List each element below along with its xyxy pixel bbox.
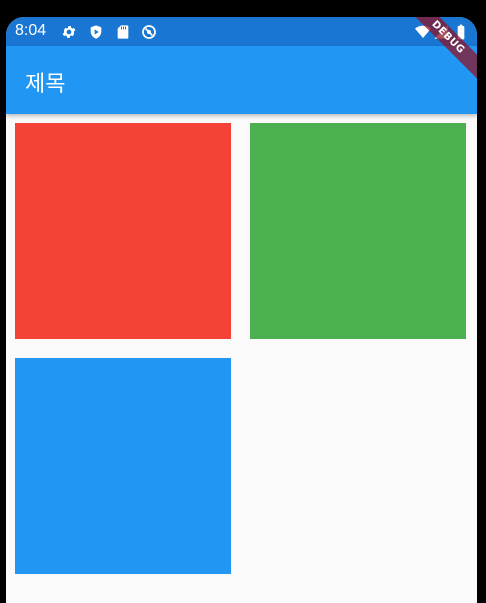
settings-icon	[61, 24, 77, 40]
grid-view[interactable]	[6, 114, 477, 603]
green-tile	[250, 123, 466, 339]
status-bar: 8:04	[6, 17, 477, 46]
sd-card-icon	[115, 24, 131, 40]
app-bar-title: 제목	[25, 72, 66, 97]
phone-screen: 8:04 제목 DEBUG	[6, 17, 477, 603]
shield-icon	[88, 24, 104, 40]
app-bar: 제목	[6, 46, 477, 114]
red-tile	[15, 123, 231, 339]
status-time: 8:04	[15, 22, 47, 39]
blue-tile	[15, 358, 231, 574]
no-disturb-icon	[141, 24, 157, 40]
